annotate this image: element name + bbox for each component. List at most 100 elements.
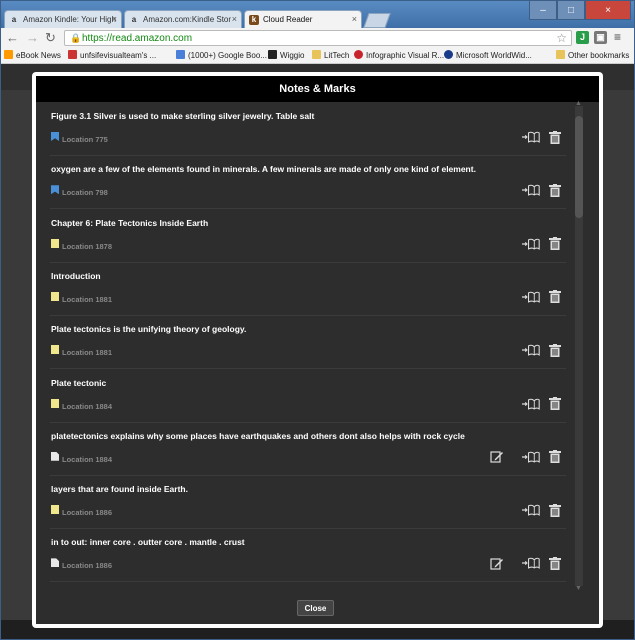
note-text: Chapter 6: Plate Tectonics Inside Earth — [51, 217, 209, 228]
other-bookmarks[interactable]: Other bookmarks — [556, 50, 629, 60]
tab-amazon-kindle-store[interactable]: a Amazon.com:Kindle Stor × — [124, 10, 242, 28]
bookmark-label: Wiggio — [280, 51, 305, 60]
close-tab-icon[interactable]: × — [232, 14, 237, 24]
note-location: Location 1886 — [62, 508, 113, 518]
notes-list[interactable]: Figure 3.1 Silver is used to make sterli… — [36, 102, 599, 590]
bookmark-google-books[interactable]: (1000+) Google Boo... — [176, 50, 267, 60]
dialog-title: Notes & Marks — [36, 76, 599, 102]
delete-icon[interactable] — [546, 290, 564, 304]
close-button[interactable]: Close — [297, 600, 334, 616]
tab-label: Amazon.com:Kindle Stor — [143, 15, 232, 24]
browser-toolbar: ← → ↻ 🔒 https://read.amazon.com ☆ J ▣ ≡ — [0, 28, 635, 49]
highlight-icon — [51, 505, 59, 515]
note-item[interactable]: platetectonics explains why some places … — [50, 422, 566, 476]
new-tab-button[interactable] — [363, 13, 391, 28]
pinterest-icon — [354, 50, 363, 59]
tab-label: Amazon Kindle: Your High — [23, 15, 116, 24]
go-to-location-icon[interactable] — [522, 183, 540, 197]
note-item[interactable]: Plate tectonics is the unifying theory o… — [50, 315, 566, 370]
menu-icon[interactable]: ≡ — [614, 30, 621, 44]
note-item[interactable]: Plate tectonic Location 1884 — [50, 369, 566, 423]
note-text: oxygen are a few of the elements found i… — [51, 164, 476, 175]
delete-icon[interactable] — [546, 343, 564, 357]
scrollbar-thumb[interactable] — [575, 116, 583, 218]
delete-icon[interactable] — [546, 503, 564, 517]
go-to-location-icon[interactable] — [522, 343, 540, 357]
delete-icon[interactable] — [546, 397, 564, 411]
bookmark-ebook-news[interactable]: eBook News — [4, 50, 61, 60]
reload-icon[interactable]: ↻ — [45, 30, 56, 46]
extension-icon[interactable]: J — [576, 31, 589, 44]
note-item[interactable]: Figure 3.1 Silver is used to make sterli… — [50, 102, 566, 156]
edit-note-icon[interactable] — [488, 556, 506, 570]
delete-icon[interactable] — [546, 237, 564, 251]
delete-icon[interactable] — [546, 183, 564, 197]
bookmark-label: eBook News — [16, 51, 61, 60]
bookmark-label: Microsoft WorldWid... — [456, 51, 532, 60]
go-to-location-icon[interactable] — [522, 503, 540, 517]
bookmark-littech[interactable]: LitTech — [312, 50, 349, 60]
forward-icon[interactable]: → — [26, 30, 39, 45]
note-location: Location 1884 — [62, 454, 113, 464]
go-to-location-icon[interactable] — [522, 450, 540, 464]
tab-amazon-kindle-highlights[interactable]: a Amazon Kindle: Your High × — [4, 10, 122, 28]
dialog-footer: Close — [36, 590, 599, 624]
minimize-icon[interactable]: – — [529, 0, 557, 20]
note-location: Location 1881 — [62, 348, 113, 358]
note-text: Figure 3.1 Silver is used to make sterli… — [51, 111, 315, 121]
address-url: https://read.amazon.com — [82, 33, 193, 44]
close-tab-icon[interactable]: × — [112, 14, 117, 24]
delete-icon[interactable] — [546, 450, 564, 464]
bookmark-label: (1000+) Google Boo... — [188, 51, 267, 60]
highlight-icon — [51, 398, 59, 408]
note-text: Introduction — [51, 270, 101, 281]
maximize-icon[interactable]: □ — [557, 0, 585, 20]
lock-icon: 🔒 — [70, 33, 82, 43]
go-to-location-icon[interactable] — [522, 290, 540, 304]
edit-note-icon[interactable] — [488, 450, 506, 464]
go-to-location-icon[interactable] — [522, 130, 540, 144]
highlight-icon — [51, 291, 59, 301]
note-item[interactable]: Chapter 6: Plate Tectonics Inside Earth L… — [50, 209, 566, 263]
note-item[interactable]: layers that are found inside Earth. Locat… — [50, 475, 566, 530]
delete-icon[interactable] — [546, 130, 564, 144]
bookmark-unfsifevisualteam[interactable]: unfsifevisualteam's ... — [68, 50, 156, 60]
note-location: Location 798 — [62, 188, 108, 198]
note-location: Location 775 — [62, 135, 108, 144]
dialog-body: Notes & Marks Figure 3.1 Silver is used … — [36, 76, 599, 624]
note-text: Plate tectonic — [51, 377, 107, 388]
note-item[interactable]: oxygen are a few of the elements found i… — [50, 155, 566, 210]
address-bar[interactable]: 🔒 https://read.amazon.com ☆ — [64, 30, 572, 46]
go-to-location-icon[interactable] — [522, 237, 540, 251]
note-icon — [51, 451, 59, 461]
go-to-location-icon[interactable] — [522, 397, 540, 411]
note-location: Location 1884 — [62, 401, 113, 411]
bookmarks-bar: eBook News unfsifevisualteam's ... (1000… — [0, 48, 635, 64]
amazon-icon: a — [131, 15, 137, 24]
folder-icon — [312, 50, 321, 59]
close-tab-icon[interactable]: × — [352, 14, 357, 24]
tab-label: Cloud Reader — [263, 15, 313, 24]
bookmark-label: Infographic Visual R... — [366, 51, 445, 60]
go-to-location-icon[interactable] — [522, 556, 540, 570]
scroll-up-icon[interactable]: ▲ — [575, 100, 582, 107]
tab-cloud-reader[interactable]: k Cloud Reader × — [244, 10, 362, 28]
note-text: Plate tectonics is the unifying theory o… — [51, 324, 247, 335]
note-item[interactable]: in to out: inner core . outter core . ma… — [50, 528, 566, 583]
note-location: Location 1886 — [62, 561, 113, 571]
delete-icon[interactable] — [546, 556, 564, 570]
star-icon[interactable]: ☆ — [556, 31, 567, 45]
bookmark-icon — [51, 185, 59, 195]
note-item[interactable]: Introduction Location 1881 — [50, 262, 566, 316]
window-close-icon[interactable]: × — [585, 0, 631, 20]
bookmark-icon — [51, 132, 59, 141]
amazon-icon — [4, 50, 13, 59]
extension-icon[interactable]: ▣ — [594, 31, 607, 44]
bookmark-wiggio[interactable]: Wiggio — [268, 50, 304, 60]
bookmark-microsoft-worldwide[interactable]: Microsoft WorldWid... — [444, 50, 532, 60]
back-icon[interactable]: ← — [6, 30, 19, 45]
bookmark-label: Other bookmarks — [568, 51, 630, 60]
scrollbar[interactable]: ▲ ▼ — [575, 100, 583, 592]
note-location: Location 1881 — [62, 294, 113, 304]
bookmark-infographic[interactable]: Infographic Visual R... — [354, 50, 444, 60]
